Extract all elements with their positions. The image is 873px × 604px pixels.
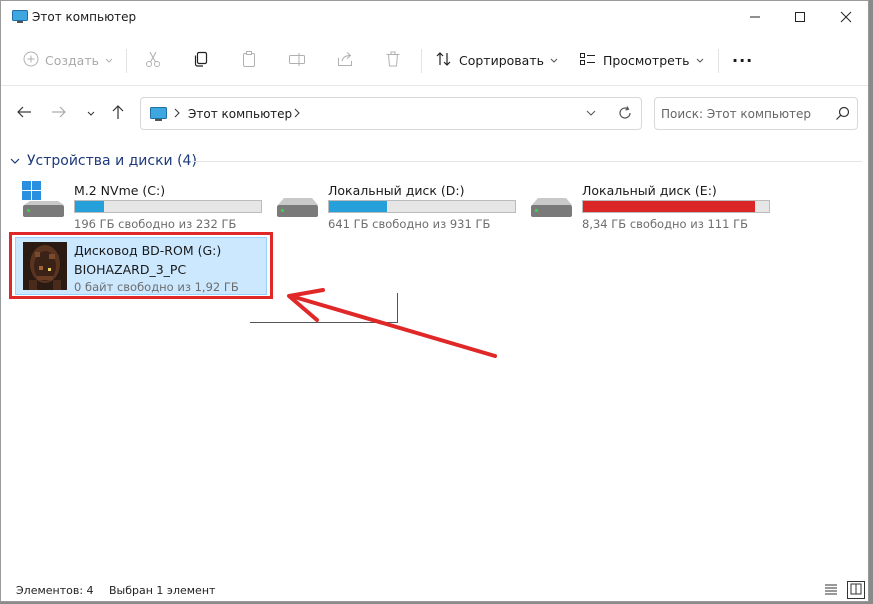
chevron-right-icon[interactable] <box>293 106 301 123</box>
paste-button[interactable] <box>240 47 258 73</box>
group-title: Устройства и диски (4) <box>27 153 197 169</box>
drive-free-space: 196 ГБ свободно из 232 ГБ <box>74 217 237 231</box>
hard-drive-icon <box>276 181 320 224</box>
drive-tile-d[interactable]: Локальный диск (D:) 641 ГБ свободно из 9… <box>276 181 526 233</box>
drive-tile-g[interactable]: Дисковод BD-ROM (G:) BIOHAZARD_3_PC 0 ба… <box>15 237 267 295</box>
cut-button[interactable] <box>144 47 162 73</box>
usage-bar-fill <box>75 201 104 212</box>
status-selection: Выбран 1 элемент <box>109 584 216 597</box>
clipboard-icon <box>240 50 258 71</box>
group-divider <box>192 161 862 162</box>
more-options-icon: ··· <box>732 50 754 70</box>
address-bar[interactable]: Этот компьютер <box>140 97 642 130</box>
drive-free-space: 8,34 ГБ свободно из 111 ГБ <box>582 217 748 231</box>
drive-tile-c[interactable]: M.2 NVme (C:) 196 ГБ свободно из 232 ГБ <box>22 181 272 233</box>
view-button[interactable]: Просмотреть <box>579 47 704 73</box>
drive-free-space: 0 байт свободно из 1,92 ГБ <box>74 280 239 294</box>
chevron-down-icon <box>696 53 704 67</box>
group-header-devices[interactable]: Устройства и диски (4) <box>10 153 197 169</box>
usage-bar-fill <box>583 201 756 212</box>
drive-name: M.2 NVme (C:) <box>74 183 166 198</box>
back-button[interactable] <box>13 102 35 124</box>
computer-icon <box>12 10 28 27</box>
usage-bar <box>328 200 516 213</box>
sort-label: Сортировать <box>459 52 544 68</box>
computer-icon <box>150 107 167 125</box>
title-bar: Этот компьютер <box>1 1 868 33</box>
share-button[interactable] <box>336 47 354 73</box>
search-input[interactable] <box>661 105 827 123</box>
drive-name: Локальный диск (E:) <box>582 183 717 198</box>
drive-free-space: 641 ГБ свободно из 931 ГБ <box>328 217 491 231</box>
minimize-button[interactable] <box>732 1 778 33</box>
copy-button[interactable] <box>192 47 210 73</box>
hard-drive-icon <box>530 181 574 224</box>
create-button[interactable]: Создать <box>23 47 113 73</box>
refresh-icon[interactable] <box>617 105 633 124</box>
arrow-left-icon <box>16 105 32 122</box>
search-box[interactable] <box>654 97 858 130</box>
game-disc-cover-icon <box>23 242 67 293</box>
up-button[interactable] <box>107 102 129 124</box>
rename-icon <box>288 50 306 71</box>
usage-bar <box>582 200 770 213</box>
usage-bar-fill <box>329 201 387 212</box>
view-list-icon <box>579 51 597 70</box>
chevron-down-icon <box>105 53 113 67</box>
address-history-dropdown[interactable] <box>585 106 597 123</box>
toolbar-divider <box>718 49 719 73</box>
copy-icon <box>192 50 210 71</box>
drive-name: Локальный диск (D:) <box>328 183 465 198</box>
drive-volume-label: BIOHAZARD_3_PC <box>74 262 187 277</box>
chevron-right-icon <box>173 106 181 123</box>
window-title: Этот компьютер <box>32 10 137 24</box>
chevron-down-icon <box>10 154 20 168</box>
rename-button[interactable] <box>288 47 306 73</box>
usage-bar <box>74 200 262 213</box>
close-button[interactable] <box>823 1 869 33</box>
toolbar-divider-line <box>1 85 868 86</box>
status-item-count: Элементов: 4 <box>16 584 94 597</box>
sort-button[interactable]: Сортировать <box>435 47 558 73</box>
command-bar: Создать Сортировать Просмотреть ··· <box>1 37 868 83</box>
view-label: Просмотреть <box>603 52 690 68</box>
breadcrumb-this-pc[interactable]: Этот компьютер <box>188 107 292 121</box>
toolbar-divider <box>126 49 127 73</box>
forward-button[interactable] <box>48 102 70 124</box>
drive-tile-e[interactable]: Локальный диск (E:) 8,34 ГБ свободно из … <box>530 181 780 233</box>
toolbar-divider <box>421 49 422 73</box>
plus-circle-icon <box>23 51 39 70</box>
details-view-button[interactable] <box>822 581 840 599</box>
chevron-down-icon <box>550 53 558 67</box>
recent-locations-button[interactable] <box>80 102 102 124</box>
sort-arrows-icon <box>435 51 453 70</box>
tiles-view-button[interactable] <box>847 581 865 599</box>
chevron-down-icon <box>87 106 95 120</box>
more-options-button[interactable]: ··· <box>732 47 753 73</box>
share-icon <box>336 50 354 71</box>
search-icon[interactable] <box>835 106 850 124</box>
explorer-window: Этот компьютер Создать Сортировать Просм… <box>0 0 869 602</box>
details-view-icon <box>824 583 838 598</box>
annotation-arrow-icon <box>281 286 501 369</box>
drive-name: Дисковод BD-ROM (G:) <box>74 243 222 258</box>
delete-button[interactable] <box>384 47 402 73</box>
arrow-right-icon <box>51 105 67 122</box>
tiles-view-icon <box>850 583 862 598</box>
maximize-button[interactable] <box>777 1 823 33</box>
trash-icon <box>384 50 402 71</box>
scissors-icon <box>144 50 162 71</box>
create-label: Создать <box>45 52 99 68</box>
windows-drive-icon <box>22 181 66 224</box>
arrow-up-icon <box>111 104 125 123</box>
